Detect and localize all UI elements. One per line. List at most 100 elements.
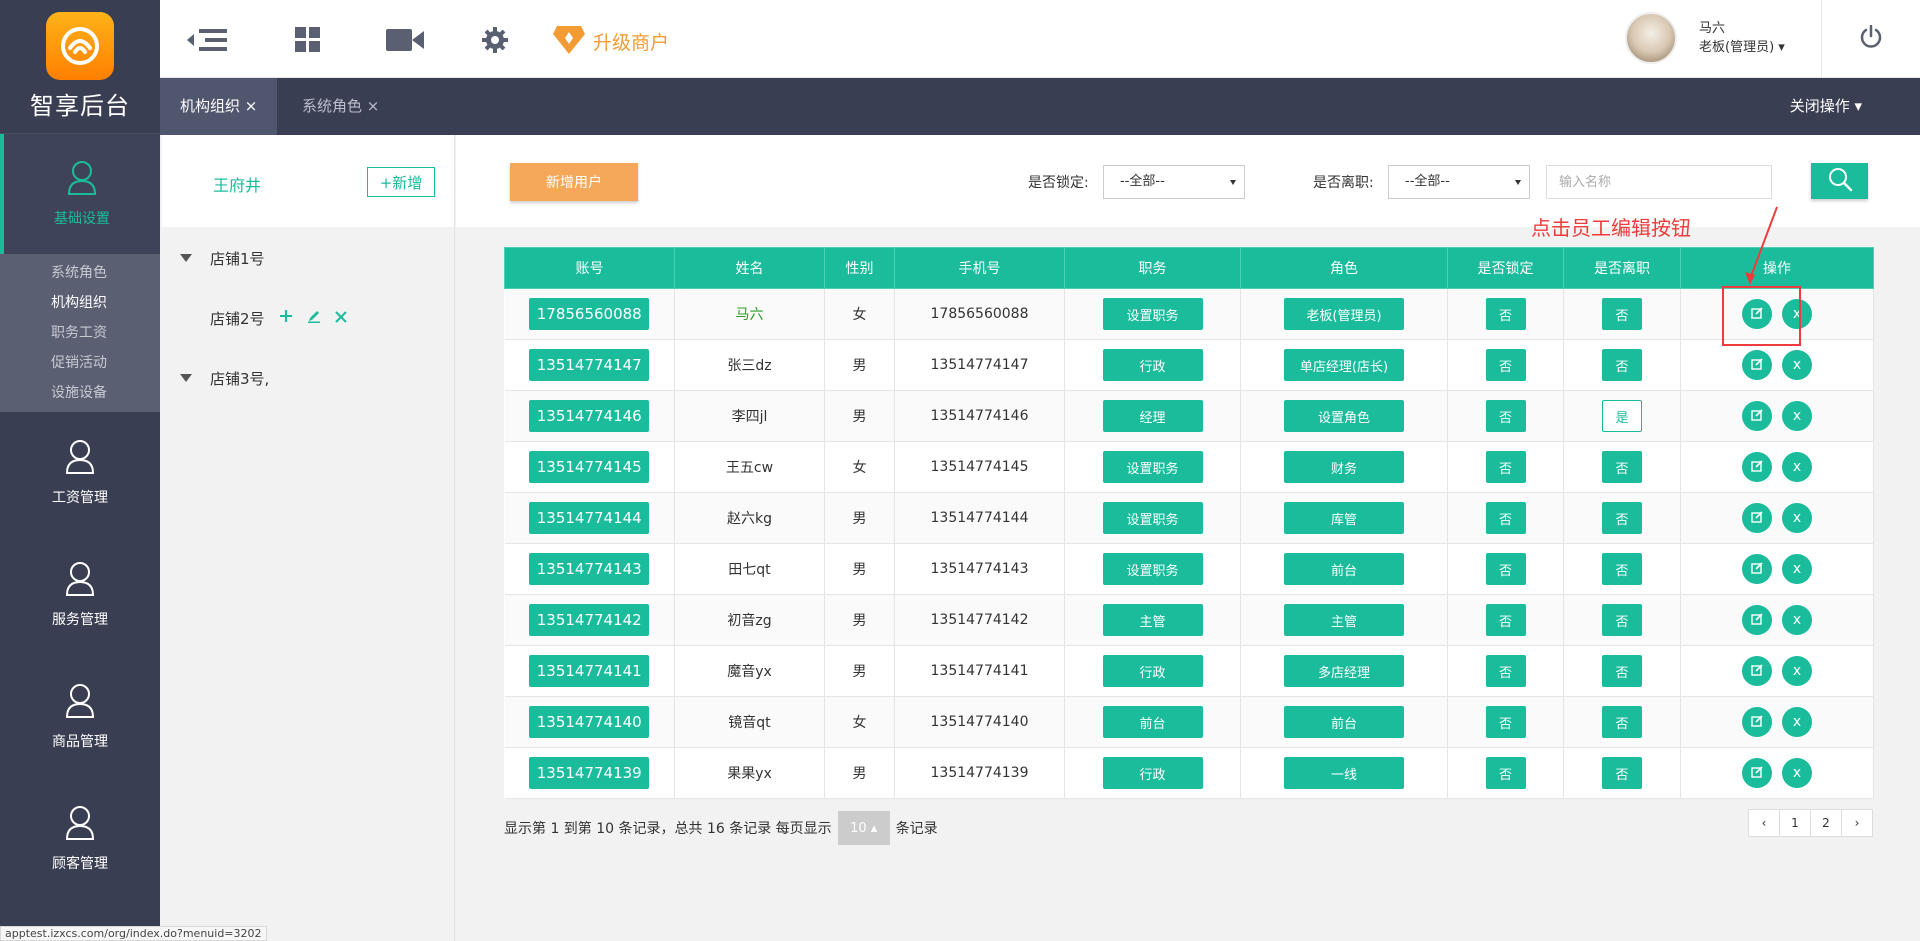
nav-basic-settings[interactable]: 基础设置 [0, 134, 160, 254]
resigned-toggle[interactable]: 否 [1602, 349, 1642, 381]
locked-toggle[interactable]: 否 [1485, 757, 1526, 789]
tree-node-store-2[interactable]: 店铺2号 [210, 306, 347, 330]
page-size-select[interactable]: 10 ▴ [837, 811, 890, 845]
delete-button[interactable]: x [1782, 554, 1812, 584]
tab-org[interactable]: 机构组织 × [160, 78, 278, 135]
role-button[interactable]: 前台 [1284, 553, 1404, 585]
tree-node-store-1[interactable]: 店铺1号 [180, 246, 265, 270]
locked-toggle[interactable]: 否 [1485, 298, 1526, 330]
close-icon[interactable] [334, 309, 347, 327]
edit-button[interactable] [1742, 758, 1772, 788]
account-button[interactable]: 13514774139 [529, 757, 650, 789]
position-button[interactable]: 行政 [1102, 757, 1203, 789]
delete-button[interactable]: x [1782, 656, 1812, 686]
name-search-input[interactable] [1546, 165, 1772, 199]
locked-toggle[interactable]: 否 [1485, 655, 1526, 687]
nav-goods[interactable]: 商品管理 [0, 656, 160, 778]
resigned-toggle[interactable]: 否 [1602, 553, 1642, 585]
edit-button[interactable] [1742, 554, 1772, 584]
resigned-filter-select[interactable]: --全部-- [1388, 165, 1530, 199]
caret-down-icon[interactable] [180, 254, 192, 262]
gear-icon[interactable] [482, 24, 508, 56]
position-button[interactable]: 设置职务 [1102, 451, 1203, 483]
user-menu[interactable]: 马六 老板(管理员) ▾ [1625, 12, 1785, 64]
nav-customers[interactable]: 顾客管理 [0, 778, 160, 900]
page-prev-button[interactable]: ‹ [1748, 809, 1780, 837]
delete-button[interactable]: x [1782, 503, 1812, 533]
resigned-toggle[interactable]: 否 [1602, 706, 1642, 738]
resigned-toggle[interactable]: 是 [1602, 400, 1642, 432]
account-button[interactable]: 13514774147 [529, 349, 650, 381]
delete-button[interactable]: x [1782, 401, 1812, 431]
video-icon[interactable] [386, 24, 424, 56]
account-button[interactable]: 17856560088 [529, 298, 650, 330]
locked-toggle[interactable]: 否 [1485, 502, 1526, 534]
resigned-toggle[interactable]: 否 [1602, 604, 1642, 636]
edit-button[interactable] [1742, 350, 1772, 380]
edit-button[interactable] [1742, 605, 1772, 635]
edit-button[interactable] [1742, 707, 1772, 737]
delete-button[interactable]: x [1782, 299, 1812, 329]
tree-node-store-3[interactable]: 店铺3号, [180, 366, 269, 390]
resigned-toggle[interactable]: 否 [1602, 655, 1642, 687]
position-button[interactable]: 经理 [1102, 400, 1203, 432]
role-button[interactable]: 库管 [1284, 502, 1404, 534]
plus-icon[interactable] [279, 309, 293, 327]
submenu-org[interactable]: 机构组织 [0, 288, 160, 318]
role-button[interactable]: 前台 [1284, 706, 1404, 738]
edit-button[interactable] [1742, 656, 1772, 686]
delete-button[interactable]: x [1782, 452, 1812, 482]
edit-button[interactable] [1742, 503, 1772, 533]
position-button[interactable]: 设置职务 [1102, 553, 1203, 585]
account-button[interactable]: 13514774141 [529, 655, 650, 687]
account-button[interactable]: 13514774144 [529, 502, 650, 534]
page-1-button[interactable]: 1 [1779, 809, 1811, 837]
position-button[interactable]: 设置职务 [1102, 298, 1203, 330]
edit-button[interactable] [1742, 452, 1772, 482]
tab-system-roles[interactable]: 系统角色 × [282, 78, 399, 135]
resigned-toggle[interactable]: 否 [1602, 298, 1642, 330]
position-button[interactable]: 前台 [1102, 706, 1203, 738]
role-button[interactable]: 单店经理(店长) [1284, 349, 1404, 381]
page-2-button[interactable]: 2 [1810, 809, 1842, 837]
role-button[interactable]: 财务 [1284, 451, 1404, 483]
submenu-position-salary[interactable]: 职务工资 [0, 318, 160, 348]
delete-button[interactable]: x [1782, 758, 1812, 788]
account-button[interactable]: 13514774145 [529, 451, 650, 483]
account-button[interactable]: 13514774140 [529, 706, 650, 738]
grid-icon[interactable] [295, 24, 321, 56]
resigned-toggle[interactable]: 否 [1602, 757, 1642, 789]
position-button[interactable]: 主管 [1102, 604, 1203, 636]
role-button[interactable]: 一线 [1284, 757, 1404, 789]
position-button[interactable]: 行政 [1102, 655, 1203, 687]
account-button[interactable]: 13514774146 [529, 400, 650, 432]
locked-toggle[interactable]: 否 [1485, 553, 1526, 585]
resigned-toggle[interactable]: 否 [1602, 502, 1642, 534]
account-button[interactable]: 13514774142 [529, 604, 650, 636]
pencil-icon[interactable] [307, 309, 321, 327]
role-button[interactable]: 老板(管理员) [1284, 298, 1404, 330]
delete-button[interactable]: x [1782, 350, 1812, 380]
org-name[interactable]: 王府井 [213, 172, 261, 196]
locked-toggle[interactable]: 否 [1485, 706, 1526, 738]
role-button[interactable]: 设置角色 [1284, 400, 1404, 432]
upgrade-merchant-button[interactable]: 升级商户 [553, 24, 669, 59]
submenu-facilities[interactable]: 设施设备 [0, 378, 160, 408]
power-button[interactable] [1821, 0, 1920, 78]
submenu-promotions[interactable]: 促销活动 [0, 348, 160, 378]
role-button[interactable]: 主管 [1284, 604, 1404, 636]
add-store-button[interactable]: +新增 [367, 167, 435, 197]
add-user-button[interactable]: 新增用户 [510, 163, 638, 201]
menu-toggle-icon[interactable] [187, 24, 229, 56]
resigned-toggle[interactable]: 否 [1602, 451, 1642, 483]
page-next-button[interactable]: › [1841, 809, 1873, 837]
delete-button[interactable]: x [1782, 707, 1812, 737]
edit-button[interactable] [1742, 299, 1772, 329]
position-button[interactable]: 设置职务 [1102, 502, 1203, 534]
locked-toggle[interactable]: 否 [1485, 349, 1526, 381]
locked-toggle[interactable]: 否 [1485, 451, 1526, 483]
role-button[interactable]: 多店经理 [1284, 655, 1404, 687]
search-button[interactable] [1811, 163, 1868, 199]
locked-toggle[interactable]: 否 [1485, 604, 1526, 636]
locked-toggle[interactable]: 否 [1485, 400, 1526, 432]
